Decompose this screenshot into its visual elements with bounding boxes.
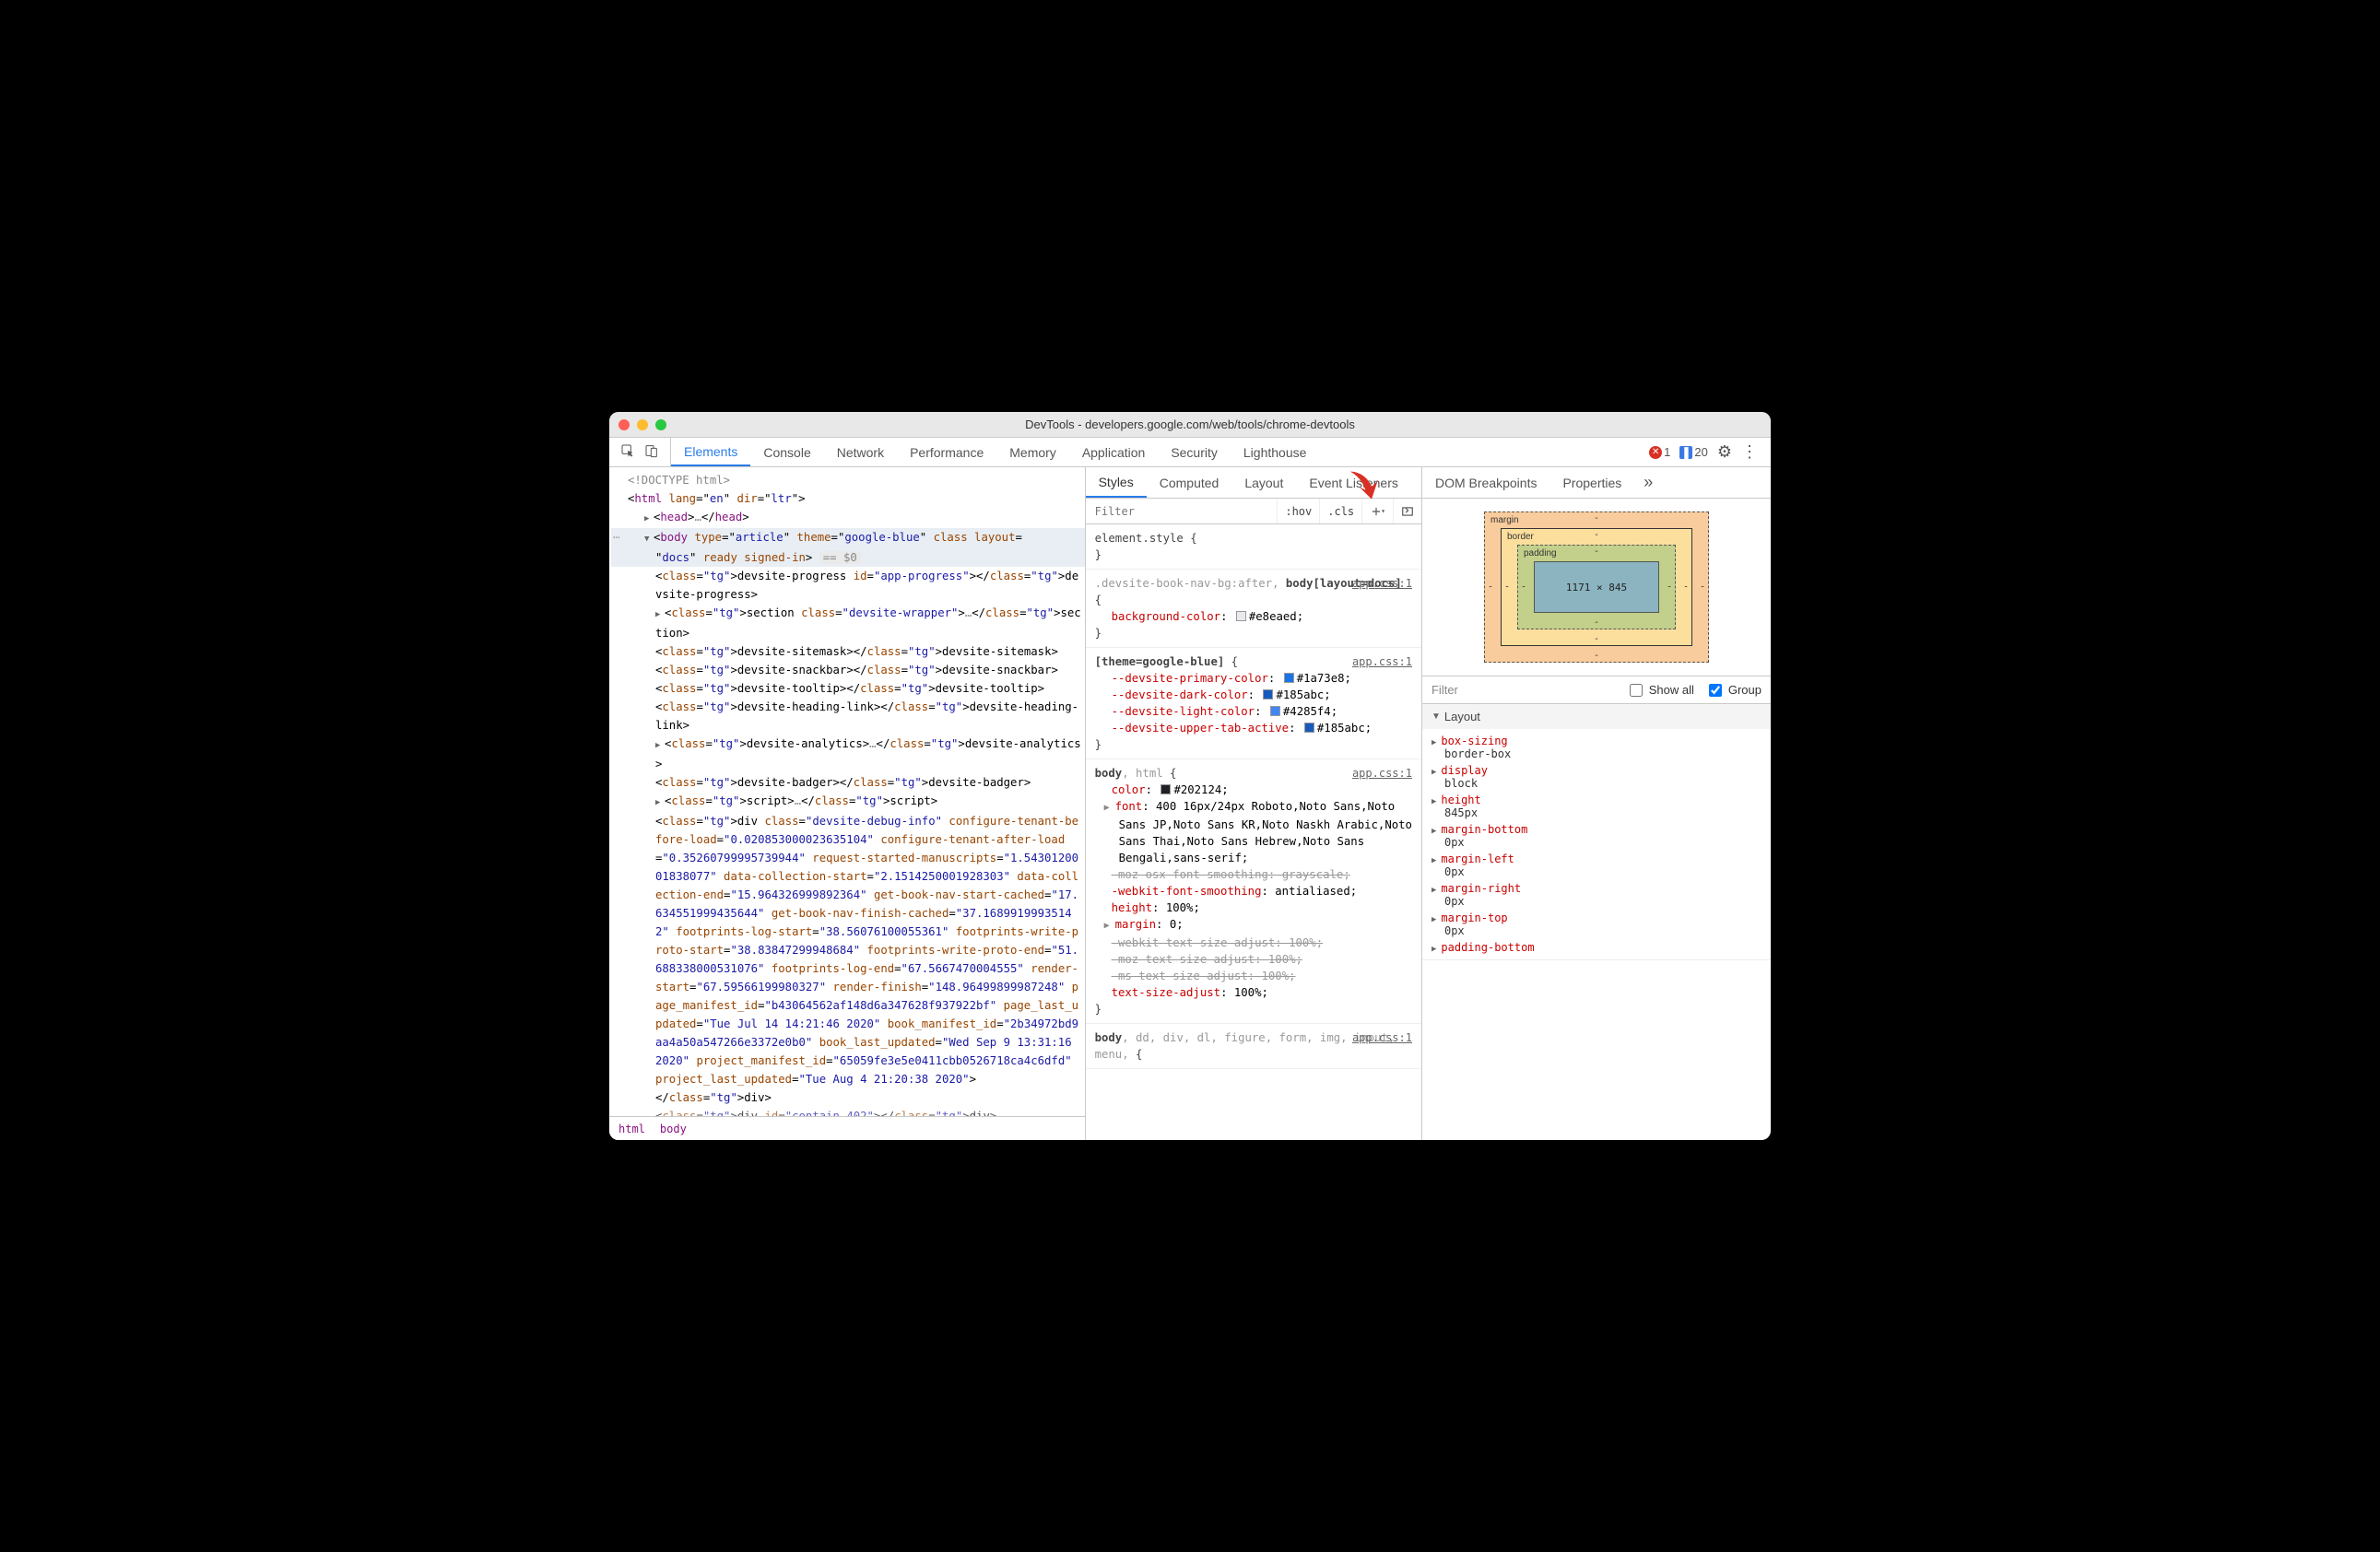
computed-properties-list[interactable]: box-sizingborder-boxdisplayblockheight84… (1422, 729, 1771, 959)
show-all-toggle[interactable]: Show all (1626, 681, 1694, 700)
box-margin-label: margin (1490, 515, 1519, 525)
box-margin-right: - (1700, 582, 1705, 593)
breadcrumb-html[interactable]: html (619, 1123, 645, 1135)
toolbar-right: ✕ 1 ❚ 20 ⚙ ⋮ (1636, 442, 1771, 462)
stylesheet-link[interactable]: app.css:1 (1352, 1029, 1412, 1046)
error-count: 1 (1664, 445, 1670, 459)
computed-view-icon[interactable] (1393, 499, 1421, 523)
stylesheet-link[interactable]: app.css:1 (1352, 575, 1412, 592)
box-border-right: - (1683, 582, 1689, 593)
styles-toolbar: Filter :hov .cls ▾ (1086, 499, 1421, 524)
new-style-rule-button[interactable]: ▾ (1361, 499, 1393, 523)
tab-memory[interactable]: Memory (996, 438, 1069, 466)
computed-prop[interactable]: margin-top0px (1422, 910, 1771, 939)
more-menu-icon[interactable]: ⋮ (1741, 442, 1758, 462)
panel-styles: Styles Computed Layout Event Listeners F… (1086, 467, 1422, 1140)
subtab-computed[interactable]: Computed (1147, 467, 1232, 498)
styles-filter-input[interactable]: Filter (1086, 499, 1278, 523)
box-border-top: - (1594, 530, 1599, 540)
message-icon: ❚ (1679, 446, 1692, 459)
box-border-left: - (1504, 582, 1510, 593)
computed-prop[interactable]: margin-left0px (1422, 851, 1771, 880)
breadcrumb: html body (609, 1116, 1085, 1140)
stylesheet-link[interactable]: app.css:1 (1352, 653, 1412, 670)
computed-prop[interactable]: height845px (1422, 792, 1771, 821)
inspect-element-icon[interactable] (620, 443, 635, 461)
subtab-layout[interactable]: Layout (1231, 467, 1296, 498)
box-padding-right: - (1667, 582, 1672, 593)
box-border-bottom: - (1594, 634, 1599, 644)
styles-subtabs: Styles Computed Layout Event Listeners (1086, 467, 1421, 499)
titlebar: DevTools - developers.google.com/web/too… (609, 412, 1771, 438)
error-badge[interactable]: ✕ 1 (1649, 445, 1670, 459)
devtools-window: DevTools - developers.google.com/web/too… (609, 412, 1771, 1140)
hov-toggle[interactable]: :hov (1277, 499, 1319, 523)
tab-console[interactable]: Console (750, 438, 823, 466)
computed-filter-input[interactable]: Filter (1432, 683, 1615, 697)
box-model-diagram[interactable]: margin border padding 1171 × 845 - - - -… (1422, 499, 1771, 676)
computed-prop[interactable]: margin-bottom0px (1422, 821, 1771, 851)
tab-network[interactable]: Network (824, 438, 897, 466)
message-count: 20 (1694, 445, 1707, 459)
styles-rules[interactable]: element.style {}app.css:1.devsite-book-n… (1086, 524, 1421, 1140)
layout-section-header[interactable]: Layout (1422, 704, 1771, 729)
dom-tree[interactable]: <!DOCTYPE html><html lang="en" dir="ltr"… (609, 467, 1085, 1116)
subtab-dom-breakpoints[interactable]: DOM Breakpoints (1422, 467, 1549, 498)
computed-prop[interactable]: margin-right0px (1422, 880, 1771, 910)
subtab-properties[interactable]: Properties (1549, 467, 1634, 498)
tab-elements[interactable]: Elements (671, 438, 750, 466)
group-toggle[interactable]: Group (1705, 681, 1761, 700)
panel-computed: DOM Breakpoints Properties » margin bord… (1422, 467, 1771, 1140)
window-controls (619, 419, 666, 430)
stylesheet-link[interactable]: app.css:1 (1352, 765, 1412, 782)
box-margin-top: - (1594, 513, 1599, 523)
maximize-window-icon[interactable] (655, 419, 666, 430)
message-badge[interactable]: ❚ 20 (1679, 445, 1707, 459)
right-subtabs: DOM Breakpoints Properties » (1422, 467, 1771, 499)
tab-performance[interactable]: Performance (897, 438, 996, 466)
computed-prop[interactable]: box-sizingborder-box (1422, 733, 1771, 762)
box-margin-bottom: - (1594, 651, 1599, 661)
computed-prop[interactable]: padding-bottom (1422, 939, 1771, 956)
panel-elements: <!DOCTYPE html><html lang="en" dir="ltr"… (609, 467, 1086, 1140)
box-border-label: border (1507, 532, 1534, 542)
chevron-down-icon: ▾ (1381, 507, 1385, 515)
subtab-event-listeners[interactable]: Event Listeners (1296, 467, 1411, 498)
minimize-window-icon[interactable] (637, 419, 648, 430)
box-padding-bottom: - (1594, 617, 1599, 628)
subtabs-more-icon[interactable]: » (1634, 473, 1662, 492)
window-title: DevTools - developers.google.com/web/too… (609, 417, 1771, 431)
device-toolbar-icon[interactable] (644, 443, 659, 461)
toolbar-left (609, 438, 671, 466)
show-all-checkbox[interactable] (1630, 684, 1643, 697)
computed-layout-section: Layout box-sizingborder-boxdisplayblockh… (1422, 704, 1771, 960)
computed-filter-bar: Filter Show all Group (1422, 676, 1771, 704)
tab-security[interactable]: Security (1158, 438, 1231, 466)
group-checkbox[interactable] (1709, 684, 1722, 697)
subtab-styles[interactable]: Styles (1086, 467, 1147, 498)
computed-prop[interactable]: displayblock (1422, 762, 1771, 792)
box-content-size: 1171 × 845 (1566, 582, 1627, 594)
box-padding-top: - (1594, 547, 1599, 557)
settings-icon[interactable]: ⚙ (1717, 442, 1732, 462)
tab-lighthouse[interactable]: Lighthouse (1231, 438, 1320, 466)
main-tab-list: Elements Console Network Performance Mem… (671, 438, 1636, 466)
close-window-icon[interactable] (619, 419, 630, 430)
tab-application[interactable]: Application (1069, 438, 1159, 466)
box-margin-left: - (1488, 582, 1493, 593)
box-padding-label: padding (1524, 548, 1557, 558)
breadcrumb-body[interactable]: body (660, 1123, 687, 1135)
error-circle-icon: ✕ (1649, 446, 1662, 459)
workspace: <!DOCTYPE html><html lang="en" dir="ltr"… (609, 467, 1771, 1140)
main-tabs: Elements Console Network Performance Mem… (609, 438, 1771, 467)
cls-toggle[interactable]: .cls (1319, 499, 1361, 523)
box-padding-left: - (1521, 582, 1526, 593)
